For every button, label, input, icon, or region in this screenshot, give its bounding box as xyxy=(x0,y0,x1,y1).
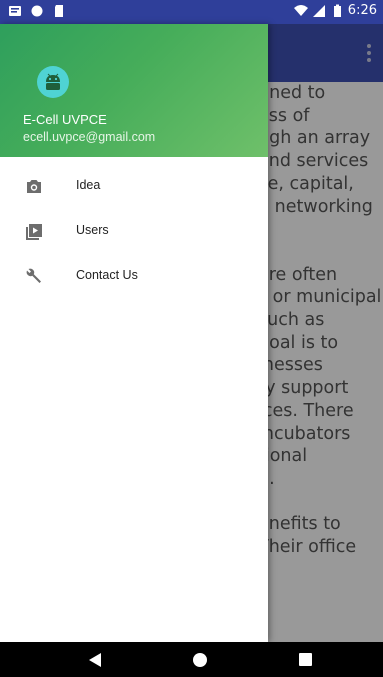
system-nav-bar xyxy=(0,642,383,677)
notification-icon xyxy=(9,6,21,16)
wifi-icon xyxy=(293,4,308,16)
video-library-icon xyxy=(26,224,42,240)
sdcard-icon xyxy=(55,5,63,17)
navigation-drawer: E-Cell UVPCE ecell.uvpce@gmail.com Idea … xyxy=(0,24,268,642)
status-time: 6:26 xyxy=(347,3,377,18)
recents-icon[interactable] xyxy=(299,653,312,666)
drawer-item-label: Idea xyxy=(76,178,101,192)
home-icon[interactable] xyxy=(193,653,207,667)
drawer-item-idea[interactable]: Idea xyxy=(0,164,268,209)
drawer-item-label: Contact Us xyxy=(76,268,138,282)
status-bar: 6:26 xyxy=(0,0,383,24)
drawer-item-label: Users xyxy=(76,223,109,237)
drawer-menu: Idea Users Contact Us xyxy=(0,164,268,299)
drawer-header-name: E-Cell UVPCE xyxy=(23,112,107,127)
circle-icon xyxy=(31,5,43,17)
status-bar-system: 6:26 xyxy=(293,3,377,18)
avatar xyxy=(37,66,69,98)
drawer-item-contact-us[interactable]: Contact Us xyxy=(0,254,268,299)
signal-icon xyxy=(312,4,325,17)
android-icon xyxy=(46,73,60,90)
drawer-item-users[interactable]: Users xyxy=(0,209,268,254)
drawer-header: E-Cell UVPCE ecell.uvpce@gmail.com xyxy=(0,24,268,157)
camera-icon xyxy=(27,180,41,193)
status-bar-notifications xyxy=(8,4,66,18)
battery-icon xyxy=(333,4,341,17)
wrench-icon xyxy=(26,268,41,283)
drawer-header-email: ecell.uvpce@gmail.com xyxy=(23,130,156,144)
back-icon[interactable] xyxy=(89,653,101,667)
